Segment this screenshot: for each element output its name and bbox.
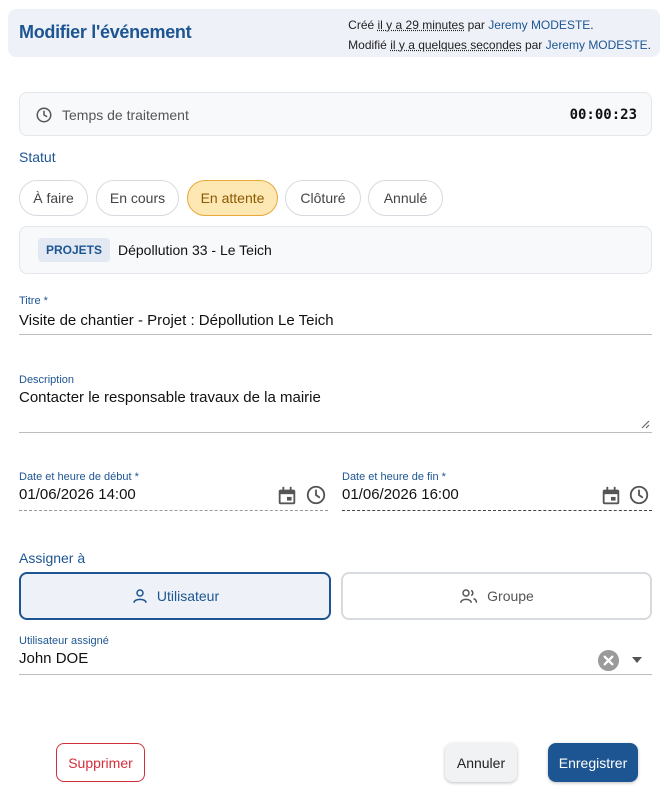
delete-button[interactable]: Supprimer <box>56 743 145 782</box>
cancel-button[interactable]: Annuler <box>445 743 517 782</box>
title-input[interactable]: Visite de chantier - Projet : Dépollutio… <box>19 312 334 329</box>
assigned-user-underline <box>19 674 652 675</box>
title-field-label: Titre * <box>19 295 48 307</box>
dialog-header: Modifier l'événement Créé il y a 29 minu… <box>8 9 660 57</box>
status-label: Statut <box>19 149 56 165</box>
modified-prefix: Modifié <box>348 38 387 52</box>
created-line: Créé il y a 29 minutes par Jeremy MODEST… <box>348 15 651 35</box>
dialog-title: Modifier l'événement <box>19 22 192 42</box>
resize-handle-icon[interactable] <box>640 419 650 429</box>
audit-meta: Créé il y a 29 minutes par Jeremy MODEST… <box>348 15 651 55</box>
start-date-input[interactable]: 01/06/2026 14:00 <box>19 486 136 503</box>
start-date-underline <box>19 510 328 511</box>
modified-period: . <box>647 38 651 52</box>
start-date-label: Date et heure de début * <box>19 471 139 483</box>
end-calendar-icon[interactable] <box>600 485 622 507</box>
start-calendar-icon[interactable] <box>276 485 298 507</box>
start-clock-icon[interactable] <box>305 484 327 506</box>
assign-label: Assigner à <box>19 550 86 566</box>
assigned-user-select[interactable]: John DOE <box>19 650 88 667</box>
end-date-underline <box>342 510 652 511</box>
assigned-user-label: Utilisateur assigné <box>19 635 109 647</box>
assign-group-button[interactable]: Groupe <box>341 572 652 620</box>
project-name: Dépollution 33 - Le Teich <box>118 242 272 258</box>
created-by-prefix: par <box>467 18 485 32</box>
status-option-in-progress[interactable]: En cours <box>96 180 179 216</box>
title-underline <box>19 334 652 335</box>
status-option-pending[interactable]: En attente <box>187 180 278 216</box>
status-option-cancelled[interactable]: Annulé <box>368 180 443 216</box>
clock-icon <box>36 107 52 123</box>
group-icon <box>460 589 478 603</box>
save-button[interactable]: Enregistrer <box>548 743 638 782</box>
user-icon <box>133 589 147 603</box>
processing-time-box: Temps de traitement 00:00:23 <box>19 92 652 136</box>
created-relative-time: il y a 29 minutes <box>377 18 465 32</box>
created-prefix: Créé <box>348 18 375 32</box>
end-date-input[interactable]: 01/06/2026 16:00 <box>342 486 459 503</box>
description-underline <box>19 432 652 433</box>
modified-relative-time: il y a quelques secondes <box>390 38 522 52</box>
modified-by-prefix: par <box>524 38 543 52</box>
chevron-down-icon[interactable] <box>631 655 643 665</box>
assign-user-label: Utilisateur <box>156 588 220 604</box>
modified-line: Modifié il y a quelques secondes par Jer… <box>348 35 651 55</box>
description-textarea[interactable]: Contacter le responsable travaux de la m… <box>19 389 321 406</box>
end-date-label: Date et heure de fin * <box>342 471 446 483</box>
status-option-closed[interactable]: Clôturé <box>285 180 361 216</box>
modified-user-link[interactable]: Jeremy MODESTE <box>546 38 648 52</box>
clear-icon[interactable] <box>597 649 620 672</box>
description-field-label: Description <box>19 374 75 386</box>
assign-group-label: Groupe <box>487 588 534 604</box>
project-badge: PROJETS <box>38 238 111 262</box>
assign-user-button[interactable]: Utilisateur <box>19 572 331 620</box>
end-clock-icon[interactable] <box>628 484 650 506</box>
project-card[interactable]: PROJETS Dépollution 33 - Le Teich <box>19 226 652 274</box>
processing-time-value: 00:00:23 <box>569 107 637 123</box>
created-user-link[interactable]: Jeremy MODESTE <box>488 18 590 32</box>
created-period: . <box>590 18 594 32</box>
processing-time-label: Temps de traitement <box>62 107 189 123</box>
status-option-todo[interactable]: À faire <box>19 180 88 216</box>
